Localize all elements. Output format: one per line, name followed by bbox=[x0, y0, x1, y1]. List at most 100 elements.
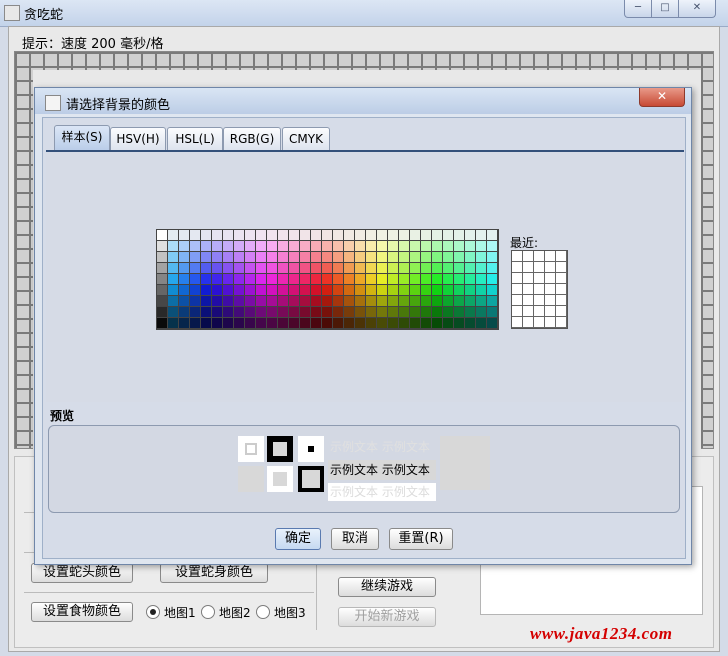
color-swatch[interactable] bbox=[410, 230, 421, 241]
recent-swatch[interactable] bbox=[534, 262, 545, 273]
recent-swatch[interactable] bbox=[545, 251, 556, 262]
color-swatch[interactable] bbox=[322, 263, 333, 274]
color-swatch[interactable] bbox=[454, 296, 465, 307]
recent-swatch[interactable] bbox=[523, 295, 534, 306]
map3-radio[interactable] bbox=[256, 605, 270, 619]
color-swatch[interactable] bbox=[476, 230, 487, 241]
color-swatch[interactable] bbox=[278, 296, 289, 307]
color-swatch[interactable] bbox=[179, 285, 190, 296]
color-swatch[interactable] bbox=[190, 307, 201, 318]
color-swatch[interactable] bbox=[333, 252, 344, 263]
color-swatch[interactable] bbox=[476, 296, 487, 307]
color-swatch[interactable] bbox=[201, 230, 212, 241]
color-swatch[interactable] bbox=[190, 274, 201, 285]
color-swatch[interactable] bbox=[190, 241, 201, 252]
color-swatch[interactable] bbox=[300, 263, 311, 274]
color-swatch[interactable] bbox=[454, 318, 465, 329]
color-swatch[interactable] bbox=[487, 274, 498, 285]
color-swatch[interactable] bbox=[322, 285, 333, 296]
color-swatch[interactable] bbox=[443, 296, 454, 307]
recent-swatch[interactable] bbox=[523, 273, 534, 284]
color-swatch[interactable] bbox=[465, 296, 476, 307]
color-swatch[interactable] bbox=[454, 274, 465, 285]
color-swatch[interactable] bbox=[245, 274, 256, 285]
reset-button[interactable]: 重置(R) bbox=[389, 528, 453, 550]
color-swatch[interactable] bbox=[278, 285, 289, 296]
color-swatch[interactable] bbox=[223, 274, 234, 285]
color-swatch[interactable] bbox=[443, 318, 454, 329]
color-swatch[interactable] bbox=[190, 230, 201, 241]
color-swatch[interactable] bbox=[223, 296, 234, 307]
color-swatch[interactable] bbox=[201, 318, 212, 329]
color-swatch[interactable] bbox=[487, 252, 498, 263]
color-swatch[interactable] bbox=[311, 263, 322, 274]
color-swatch[interactable] bbox=[278, 274, 289, 285]
recent-swatch[interactable] bbox=[534, 306, 545, 317]
set-food-color-button[interactable]: 设置食物颜色 bbox=[31, 602, 133, 622]
color-swatch[interactable] bbox=[399, 307, 410, 318]
tab-rgb[interactable]: RGB(G) bbox=[223, 127, 281, 150]
color-swatch[interactable] bbox=[179, 263, 190, 274]
color-swatch[interactable] bbox=[421, 274, 432, 285]
color-swatch[interactable] bbox=[168, 274, 179, 285]
color-swatch[interactable] bbox=[212, 318, 223, 329]
color-swatch[interactable] bbox=[476, 307, 487, 318]
recent-swatch[interactable] bbox=[556, 251, 567, 262]
color-swatch[interactable] bbox=[432, 252, 443, 263]
color-swatch[interactable] bbox=[201, 252, 212, 263]
color-swatch[interactable] bbox=[245, 307, 256, 318]
color-swatch[interactable] bbox=[333, 296, 344, 307]
color-swatch[interactable] bbox=[366, 274, 377, 285]
color-swatch[interactable] bbox=[421, 307, 432, 318]
recent-swatch[interactable] bbox=[512, 317, 523, 328]
color-swatch[interactable] bbox=[333, 307, 344, 318]
color-swatch[interactable] bbox=[465, 285, 476, 296]
color-swatch[interactable] bbox=[157, 252, 168, 263]
recent-swatch[interactable] bbox=[534, 295, 545, 306]
color-swatch[interactable] bbox=[212, 241, 223, 252]
color-swatch[interactable] bbox=[465, 230, 476, 241]
color-swatch[interactable] bbox=[168, 252, 179, 263]
color-swatch[interactable] bbox=[267, 296, 278, 307]
color-swatch[interactable] bbox=[179, 318, 190, 329]
cancel-button[interactable]: 取消 bbox=[331, 528, 379, 550]
color-swatch[interactable] bbox=[355, 296, 366, 307]
recent-swatch[interactable] bbox=[545, 295, 556, 306]
color-swatch[interactable] bbox=[223, 285, 234, 296]
color-swatch[interactable] bbox=[399, 241, 410, 252]
color-swatch[interactable] bbox=[399, 274, 410, 285]
color-swatch[interactable] bbox=[256, 285, 267, 296]
color-swatch[interactable] bbox=[344, 230, 355, 241]
color-swatch[interactable] bbox=[333, 230, 344, 241]
color-swatch[interactable] bbox=[179, 241, 190, 252]
color-swatch[interactable] bbox=[487, 285, 498, 296]
color-swatch[interactable] bbox=[322, 296, 333, 307]
recent-swatch[interactable] bbox=[534, 273, 545, 284]
color-swatch[interactable] bbox=[234, 230, 245, 241]
color-swatch[interactable] bbox=[245, 241, 256, 252]
color-swatch[interactable] bbox=[377, 318, 388, 329]
color-swatch[interactable] bbox=[487, 241, 498, 252]
color-swatch[interactable] bbox=[289, 307, 300, 318]
color-swatch[interactable] bbox=[355, 252, 366, 263]
color-swatch[interactable] bbox=[300, 252, 311, 263]
recent-swatch[interactable] bbox=[545, 317, 556, 328]
color-swatch[interactable] bbox=[421, 263, 432, 274]
color-swatch[interactable] bbox=[190, 296, 201, 307]
color-swatch[interactable] bbox=[289, 274, 300, 285]
color-swatch[interactable] bbox=[344, 296, 355, 307]
color-swatch[interactable] bbox=[223, 230, 234, 241]
color-swatch[interactable] bbox=[245, 263, 256, 274]
color-swatch[interactable] bbox=[256, 307, 267, 318]
color-swatch[interactable] bbox=[300, 307, 311, 318]
color-swatch[interactable] bbox=[278, 230, 289, 241]
color-swatch[interactable] bbox=[278, 252, 289, 263]
color-swatch[interactable] bbox=[267, 263, 278, 274]
recent-swatch[interactable] bbox=[556, 306, 567, 317]
color-swatch[interactable] bbox=[223, 252, 234, 263]
color-swatch[interactable] bbox=[366, 318, 377, 329]
recent-swatch[interactable] bbox=[556, 273, 567, 284]
color-swatch[interactable] bbox=[234, 252, 245, 263]
color-swatch[interactable] bbox=[410, 252, 421, 263]
color-swatch[interactable] bbox=[311, 296, 322, 307]
